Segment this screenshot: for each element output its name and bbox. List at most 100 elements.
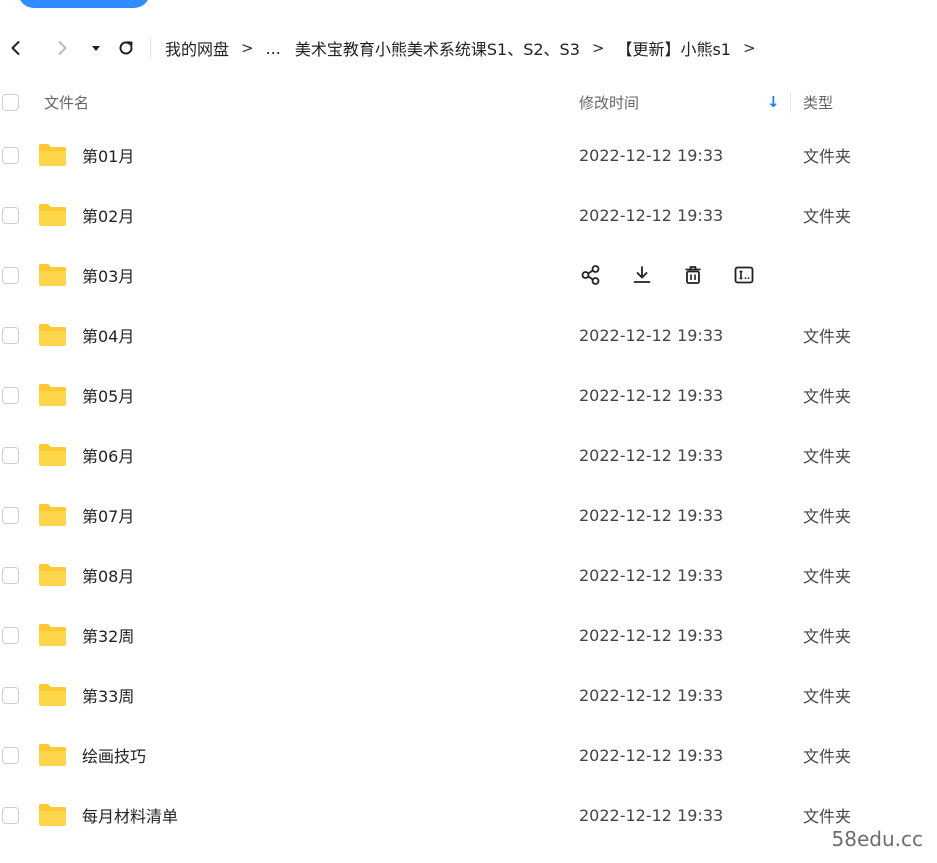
table-row[interactable]: 每月材料清单 2022-12-12 19:33 文件夹	[0, 785, 937, 845]
table-header: 文件名 修改时间 ↓ 类型	[0, 84, 937, 120]
table-row[interactable]: 第05月 2022-12-12 19:33 文件夹	[0, 365, 937, 425]
delete-button[interactable]	[680, 262, 706, 288]
row-checkbox[interactable]	[2, 746, 19, 764]
folder-icon	[39, 504, 66, 526]
toolbar-divider	[150, 38, 151, 58]
row-checkbox[interactable]	[2, 266, 19, 284]
table-row[interactable]: 第01月 2022-12-12 19:33 文件夹	[0, 125, 937, 185]
file-name[interactable]: 第01月	[82, 143, 134, 167]
table-row[interactable]: 第04月 2022-12-12 19:33 文件夹	[0, 305, 937, 365]
back-button[interactable]	[2, 34, 30, 62]
column-header-modified[interactable]: 修改时间	[579, 92, 639, 113]
folder-icon	[39, 684, 66, 706]
file-name[interactable]: 第04月	[82, 323, 134, 347]
file-name[interactable]: 第02月	[82, 203, 134, 227]
table-row[interactable]: 第32周 2022-12-12 19:33 文件夹	[0, 605, 937, 665]
file-name[interactable]: 第03月	[82, 263, 134, 287]
row-actions	[578, 262, 782, 288]
download-icon	[633, 266, 651, 283]
row-checkbox[interactable]	[2, 566, 19, 584]
file-type: 文件夹	[803, 387, 852, 406]
file-name[interactable]: 每月材料清单	[82, 803, 178, 827]
file-list: 第01月 2022-12-12 19:33 文件夹 第02月 2022-12-1…	[0, 125, 937, 845]
rename-button[interactable]	[731, 262, 757, 288]
table-row[interactable]: 第07月 2022-12-12 19:33 文件夹	[0, 485, 937, 545]
file-type: 文件夹	[803, 327, 852, 346]
folder-icon	[39, 744, 66, 766]
file-modified-time: 2022-12-12 19:33	[579, 745, 724, 765]
folder-icon	[39, 804, 66, 826]
breadcrumb-current-folder[interactable]: 【更新】小熊s1	[616, 36, 731, 60]
file-modified-time: 2022-12-12 19:33	[579, 445, 724, 465]
arrow-down-icon[interactable]: ↓	[767, 93, 780, 111]
file-name[interactable]: 第07月	[82, 503, 134, 527]
refresh-icon	[119, 41, 133, 55]
row-checkbox[interactable]	[2, 206, 19, 224]
column-header-type[interactable]: 类型	[803, 92, 833, 113]
download-button[interactable]	[629, 262, 655, 288]
row-checkbox[interactable]	[2, 686, 19, 704]
watermark-text: 58edu.cc	[831, 827, 923, 851]
caret-down-icon	[92, 46, 100, 51]
breadcrumb-parent-folder[interactable]: 美术宝教育小熊美术系统课S1、S2、S3	[295, 36, 580, 60]
file-modified-time: 2022-12-12 19:33	[579, 565, 724, 585]
file-modified-time: 2022-12-12 19:33	[579, 385, 724, 405]
chevron-left-icon	[11, 41, 20, 55]
row-checkbox[interactable]	[2, 626, 19, 644]
file-manager-page: 我的网盘 > ... 美术宝教育小熊美术系统课S1、S2、S3 > 【更新】小熊…	[0, 0, 937, 863]
file-type: 文件夹	[803, 507, 852, 526]
delete-icon	[685, 266, 701, 284]
breadcrumb-separator: >	[241, 39, 254, 57]
file-name[interactable]: 第33周	[82, 683, 134, 707]
file-type: 文件夹	[803, 207, 852, 226]
file-type: 文件夹	[803, 567, 852, 586]
file-name[interactable]: 绘画技巧	[82, 743, 146, 767]
file-modified-time: 2022-12-12 19:33	[579, 145, 724, 165]
file-type: 文件夹	[803, 147, 852, 166]
forward-button[interactable]	[48, 34, 76, 62]
file-modified-time: 2022-12-12 19:33	[579, 205, 724, 225]
folder-icon	[39, 144, 66, 166]
chevron-right-icon	[58, 41, 67, 55]
table-row[interactable]: 第02月 2022-12-12 19:33 文件夹	[0, 185, 937, 245]
breadcrumb-separator: >	[591, 39, 605, 57]
share-button[interactable]	[578, 262, 604, 288]
rename-icon	[734, 266, 754, 284]
row-checkbox[interactable]	[2, 386, 19, 404]
navigation-toolbar: 我的网盘 > ... 美术宝教育小熊美术系统课S1、S2、S3 > 【更新】小熊…	[0, 30, 937, 66]
row-checkbox[interactable]	[2, 506, 19, 524]
breadcrumb-ellipsis[interactable]: ...	[266, 39, 281, 58]
table-row-hovered[interactable]: 第03月	[0, 245, 937, 305]
file-name[interactable]: 第06月	[82, 443, 134, 467]
folder-icon	[39, 204, 66, 226]
history-dropdown-button[interactable]	[82, 34, 110, 62]
file-name[interactable]: 第05月	[82, 383, 134, 407]
folder-icon	[39, 624, 66, 646]
folder-icon	[39, 384, 66, 406]
refresh-button[interactable]	[112, 34, 140, 62]
row-checkbox[interactable]	[2, 446, 19, 464]
file-modified-time: 2022-12-12 19:33	[579, 805, 724, 825]
share-icon	[581, 265, 600, 285]
file-type: 文件夹	[803, 687, 852, 706]
file-name[interactable]: 第32周	[82, 623, 134, 647]
row-checkbox[interactable]	[2, 326, 19, 344]
breadcrumb-separator: >	[742, 39, 756, 57]
select-all-checkbox[interactable]	[2, 93, 19, 111]
file-type: 文件夹	[803, 627, 852, 646]
row-checkbox[interactable]	[2, 806, 19, 824]
table-row[interactable]: 第06月 2022-12-12 19:33 文件夹	[0, 425, 937, 485]
file-type: 文件夹	[803, 807, 852, 826]
folder-icon	[39, 444, 66, 466]
primary-action-button[interactable]	[18, 0, 150, 8]
file-name[interactable]: 第08月	[82, 563, 134, 587]
table-row[interactable]: 第33周 2022-12-12 19:33 文件夹	[0, 665, 937, 725]
column-header-name[interactable]: 文件名	[44, 92, 89, 113]
table-row[interactable]: 第08月 2022-12-12 19:33 文件夹	[0, 545, 937, 605]
column-divider[interactable]	[790, 91, 791, 113]
row-checkbox[interactable]	[2, 146, 19, 164]
breadcrumb-root[interactable]: 我的网盘	[165, 36, 229, 60]
file-type: 文件夹	[803, 747, 852, 766]
table-row[interactable]: 绘画技巧 2022-12-12 19:33 文件夹	[0, 725, 937, 785]
folder-icon	[39, 564, 66, 586]
